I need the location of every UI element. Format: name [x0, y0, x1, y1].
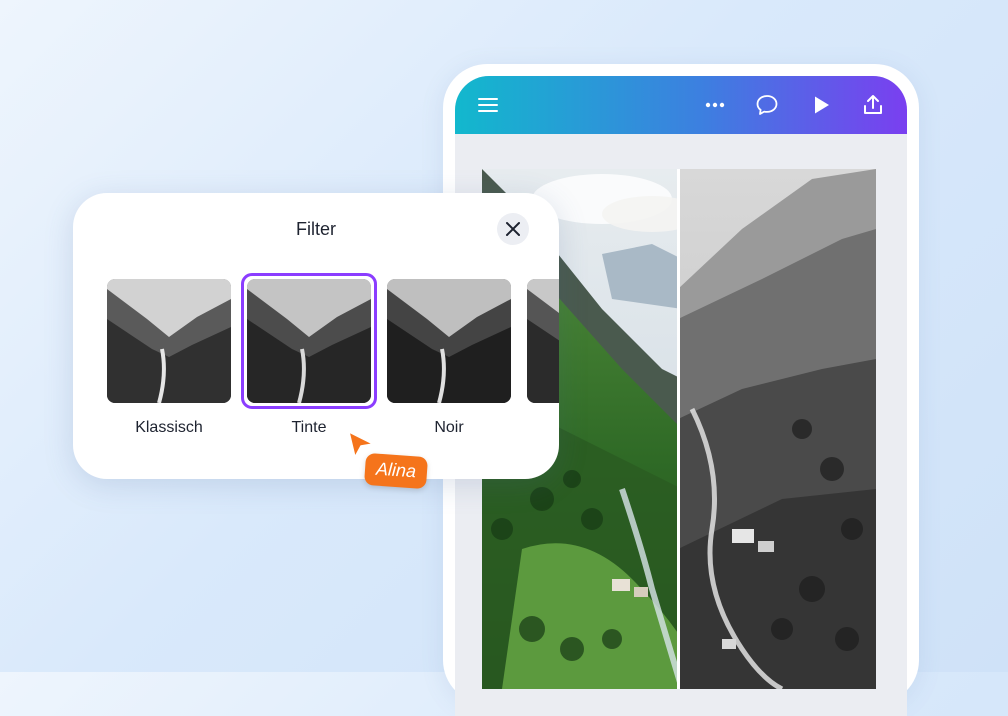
- collaborator-name-tag: Alina: [363, 452, 429, 490]
- filter-option-tinte[interactable]: Tinte: [241, 273, 377, 436]
- filter-thumbnail: [107, 279, 231, 403]
- more-icon[interactable]: [703, 93, 727, 117]
- filter-thumbnail: [387, 279, 511, 403]
- menu-icon[interactable]: [476, 93, 500, 117]
- filter-option-noir[interactable]: Noir: [387, 279, 511, 436]
- compare-divider[interactable]: [677, 169, 680, 689]
- filter-thumbnail: [527, 279, 559, 403]
- editor-toolbar: [455, 76, 907, 134]
- filter-panel: Filter Klassisch Tinte Noir: [73, 193, 559, 479]
- filter-thumbnail: [247, 279, 371, 403]
- filter-label: Noir: [434, 419, 464, 436]
- filter-option-klassisch[interactable]: Klassisch: [107, 279, 231, 436]
- play-icon[interactable]: [809, 93, 833, 117]
- filter-option-partial[interactable]: [527, 279, 559, 403]
- share-icon[interactable]: [861, 93, 885, 117]
- photo-filtered-half: [678, 169, 876, 689]
- filter-list: Klassisch Tinte Noir: [73, 193, 559, 479]
- comment-icon[interactable]: [755, 93, 779, 117]
